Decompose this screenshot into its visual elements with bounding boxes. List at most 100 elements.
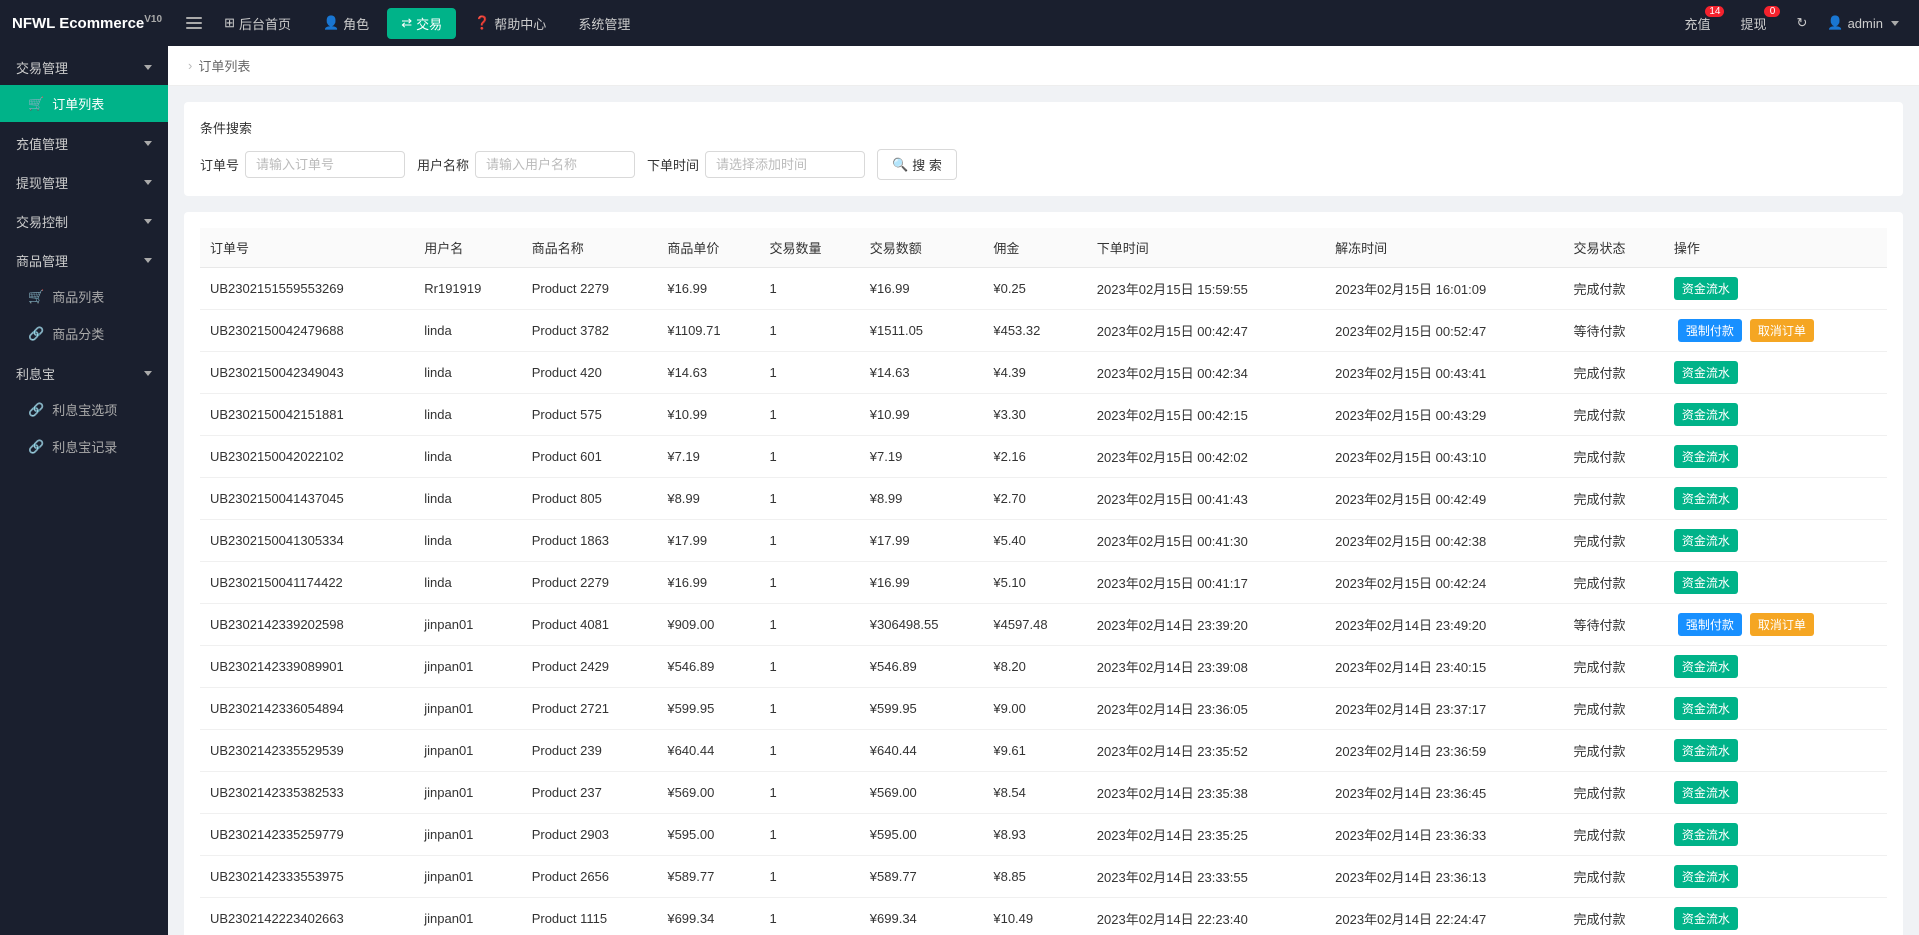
cell-orderno: UB2302142336054894 [200, 688, 414, 730]
cell-username: jinpan01 [414, 604, 521, 646]
cell-product: Product 2656 [522, 856, 658, 898]
cell-unfreeze: 2023年02月15日 00:43:41 [1325, 352, 1563, 394]
cell-amount: ¥546.89 [860, 646, 984, 688]
cell-commission: ¥2.70 [983, 478, 1086, 520]
cashflow-button[interactable]: 资金流水 [1674, 655, 1738, 678]
sidebar-item-goods-category[interactable]: 🔗 商品分类 [0, 315, 168, 352]
sidebar-item-orders[interactable]: 🛒 订单列表 [0, 85, 168, 122]
admin-menu[interactable]: 👤 admin [1819, 11, 1907, 35]
cashflow-button[interactable]: 资金流水 [1674, 361, 1738, 384]
table-row: UB2302150042349043lindaProduct 420¥14.63… [200, 352, 1887, 394]
nav-home[interactable]: ⊞ 后台首页 [210, 8, 305, 39]
search-input-orderno[interactable] [245, 151, 405, 178]
cell-unfreeze: 2023年02月14日 23:40:15 [1325, 646, 1563, 688]
sidebar-section-interest-header[interactable]: 利息宝 [0, 352, 168, 391]
cell-ops: 资金流水 [1664, 562, 1887, 604]
admin-user-icon: 👤 [1827, 15, 1843, 31]
search-input-username[interactable] [475, 151, 635, 178]
cashflow-button[interactable]: 资金流水 [1674, 403, 1738, 426]
cell-product: Product 1115 [522, 898, 658, 935]
table-row: UB2302142339089901jinpan01Product 2429¥5… [200, 646, 1887, 688]
cell-qty: 1 [759, 604, 859, 646]
sidebar-section-withdraw: 提现管理 [0, 161, 168, 200]
force-pay-button[interactable]: 强制付款 [1678, 319, 1742, 342]
cell-username: linda [414, 310, 521, 352]
cell-amount: ¥10.99 [860, 394, 984, 436]
sidebar-section-tradecontrol-header[interactable]: 交易控制 [0, 200, 168, 239]
search-icon: 🔍 [892, 157, 908, 173]
reload-button[interactable]: ↻ [1788, 11, 1815, 35]
cashflow-button[interactable]: 资金流水 [1674, 445, 1738, 468]
sidebar-section-withdraw-header[interactable]: 提现管理 [0, 161, 168, 200]
cell-ops: 资金流水 [1664, 856, 1887, 898]
cell-username: linda [414, 436, 521, 478]
table-row: UB2302142335259779jinpan01Product 2903¥5… [200, 814, 1887, 856]
sidebar-section-goods-header[interactable]: 商品管理 [0, 239, 168, 278]
cashflow-button[interactable]: 资金流水 [1674, 781, 1738, 804]
recharge-button[interactable]: 充值 14 [1676, 10, 1718, 37]
nav-role[interactable]: 👤 角色 [309, 8, 383, 39]
cell-status: 完成付款 [1564, 814, 1664, 856]
cell-unitprice: ¥595.00 [657, 814, 759, 856]
cashflow-button[interactable]: 资金流水 [1674, 907, 1738, 930]
cell-unfreeze: 2023年02月14日 23:36:13 [1325, 856, 1563, 898]
cell-status: 完成付款 [1564, 520, 1664, 562]
sidebar-section-recharge-header[interactable]: 充值管理 [0, 122, 168, 161]
cell-amount: ¥14.63 [860, 352, 984, 394]
top-navigation: NFWL EcommerceV10 ⊞ 后台首页 👤 角色 ⇄ 交易 ❓ 帮助中… [0, 0, 1919, 46]
th-ops: 操作 [1664, 228, 1887, 268]
sidebar-section-trade-header[interactable]: 交易管理 [0, 46, 168, 85]
cell-product: Product 1863 [522, 520, 658, 562]
cell-qty: 1 [759, 436, 859, 478]
cell-unitprice: ¥589.77 [657, 856, 759, 898]
cell-status: 完成付款 [1564, 646, 1664, 688]
cashflow-button[interactable]: 资金流水 [1674, 487, 1738, 510]
cancel-order-button[interactable]: 取消订单 [1750, 613, 1814, 636]
cell-unitprice: ¥909.00 [657, 604, 759, 646]
exchange-icon-nav: ⇄ [401, 15, 412, 31]
cashflow-button[interactable]: 资金流水 [1674, 823, 1738, 846]
cell-unfreeze: 2023年02月14日 23:36:45 [1325, 772, 1563, 814]
cashflow-button[interactable]: 资金流水 [1674, 865, 1738, 888]
interest-chevron-icon [144, 371, 152, 376]
cell-unfreeze: 2023年02月15日 00:43:10 [1325, 436, 1563, 478]
cashflow-button[interactable]: 资金流水 [1674, 739, 1738, 762]
cell-unitprice: ¥599.95 [657, 688, 759, 730]
force-pay-button[interactable]: 强制付款 [1678, 613, 1742, 636]
cancel-order-button[interactable]: 取消订单 [1750, 319, 1814, 342]
cashflow-button[interactable]: 资金流水 [1674, 571, 1738, 594]
cell-status: 完成付款 [1564, 688, 1664, 730]
cashflow-button[interactable]: 资金流水 [1674, 277, 1738, 300]
table-header-row: 订单号 用户名 商品名称 商品单价 交易数量 交易数额 佣金 下单时间 解冻时间… [200, 228, 1887, 268]
nav-help[interactable]: ❓ 帮助中心 [460, 8, 560, 39]
trade-chevron-icon [144, 65, 152, 70]
withdraw-button[interactable]: 提现 0 [1732, 10, 1774, 37]
cell-username: jinpan01 [414, 772, 521, 814]
nav-system[interactable]: 系统管理 [564, 8, 644, 39]
search-card: 条件搜索 订单号 用户名称 下单时间 🔍 [184, 102, 1903, 196]
table-row: UB2302150042151881lindaProduct 575¥10.99… [200, 394, 1887, 436]
search-button[interactable]: 🔍 搜 索 [877, 149, 957, 180]
cell-orderno: UB2302142335382533 [200, 772, 414, 814]
cell-unfreeze: 2023年02月15日 00:43:29 [1325, 394, 1563, 436]
cashflow-button[interactable]: 资金流水 [1674, 529, 1738, 552]
cell-unitprice: ¥640.44 [657, 730, 759, 772]
search-label-time: 下单时间 [647, 155, 699, 174]
withdraw-chevron-icon [144, 180, 152, 185]
hamburger-menu[interactable] [182, 13, 206, 33]
cell-unitprice: ¥17.99 [657, 520, 759, 562]
cell-username: jinpan01 [414, 646, 521, 688]
sidebar-item-interest-records[interactable]: 🔗 利息宝记录 [0, 428, 168, 465]
table-card: 订单号 用户名 商品名称 商品单价 交易数量 交易数额 佣金 下单时间 解冻时间… [184, 212, 1903, 935]
nav-trade[interactable]: ⇄ 交易 [387, 8, 456, 39]
search-input-time[interactable] [705, 151, 865, 178]
cell-unitprice: ¥569.00 [657, 772, 759, 814]
cell-orderno: UB2302142339089901 [200, 646, 414, 688]
sidebar-item-goods-list[interactable]: 🛒 商品列表 [0, 278, 168, 315]
cell-ordertime: 2023年02月15日 00:41:17 [1087, 562, 1325, 604]
cell-qty: 1 [759, 646, 859, 688]
cell-ops: 资金流水 [1664, 688, 1887, 730]
sidebar-item-interest-options[interactable]: 🔗 利息宝选项 [0, 391, 168, 428]
table-row: UB2302142223402663jinpan01Product 1115¥6… [200, 898, 1887, 935]
cashflow-button[interactable]: 资金流水 [1674, 697, 1738, 720]
